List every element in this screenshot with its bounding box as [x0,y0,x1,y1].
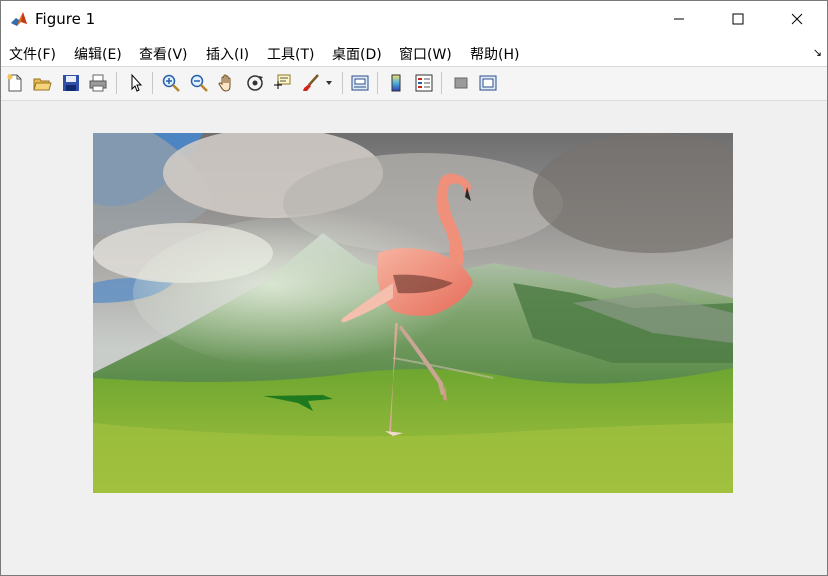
link-plot-icon[interactable] [349,72,371,94]
rotate-3d-icon[interactable] [244,72,266,94]
landscape-flamingo-image [93,128,773,493]
show-plot-tools-icon[interactable] [477,72,499,94]
figure-window: Figure 1 文件(F) 编辑(E) 查看(V) 插入(I) 工具(T) 桌… [0,0,828,576]
save-icon[interactable] [60,72,82,94]
data-cursor-icon[interactable] [271,72,293,94]
menu-tools[interactable]: 工具(T) [267,44,314,64]
open-file-icon[interactable] [31,72,53,94]
menu-view[interactable]: 查看(V) [139,44,188,64]
toolbar-separator [377,72,378,94]
menu-help[interactable]: 帮助(H) [470,44,519,64]
menu-edit[interactable]: 编辑(E) [74,44,122,64]
zoom-in-icon[interactable] [160,72,182,94]
minimize-button[interactable] [656,0,702,38]
title-bar[interactable]: Figure 1 [0,0,828,38]
colorbar-icon[interactable] [385,72,407,94]
dock-arrow-icon[interactable]: ↘ [813,46,822,59]
menu-desktop[interactable]: 桌面(D) [332,44,382,64]
toolbar-separator [152,72,153,94]
brush-icon[interactable] [300,72,322,94]
menu-window[interactable]: 窗口(W) [399,44,452,64]
brush-dropdown-icon[interactable] [323,72,335,94]
legend-icon[interactable] [413,72,435,94]
menu-bar: 文件(F) 编辑(E) 查看(V) 插入(I) 工具(T) 桌面(D) 窗口(W… [0,38,828,67]
print-icon[interactable] [87,72,109,94]
matlab-icon [10,10,28,28]
toolbar-separator [441,72,442,94]
zoom-out-icon[interactable] [188,72,210,94]
hide-plot-tools-icon[interactable] [450,72,472,94]
pan-hand-icon[interactable] [216,72,238,94]
toolbar-separator [342,72,343,94]
menu-insert[interactable]: 插入(I) [206,44,249,64]
image-axes[interactable] [93,128,773,493]
close-button[interactable] [774,0,820,38]
window-title: Figure 1 [35,10,96,28]
maximize-button[interactable] [715,0,761,38]
figure-toolbar [0,67,828,101]
select-pointer-icon[interactable] [125,72,147,94]
new-figure-icon[interactable] [4,72,26,94]
toolbar-separator [116,72,117,94]
menu-file[interactable]: 文件(F) [9,44,56,64]
